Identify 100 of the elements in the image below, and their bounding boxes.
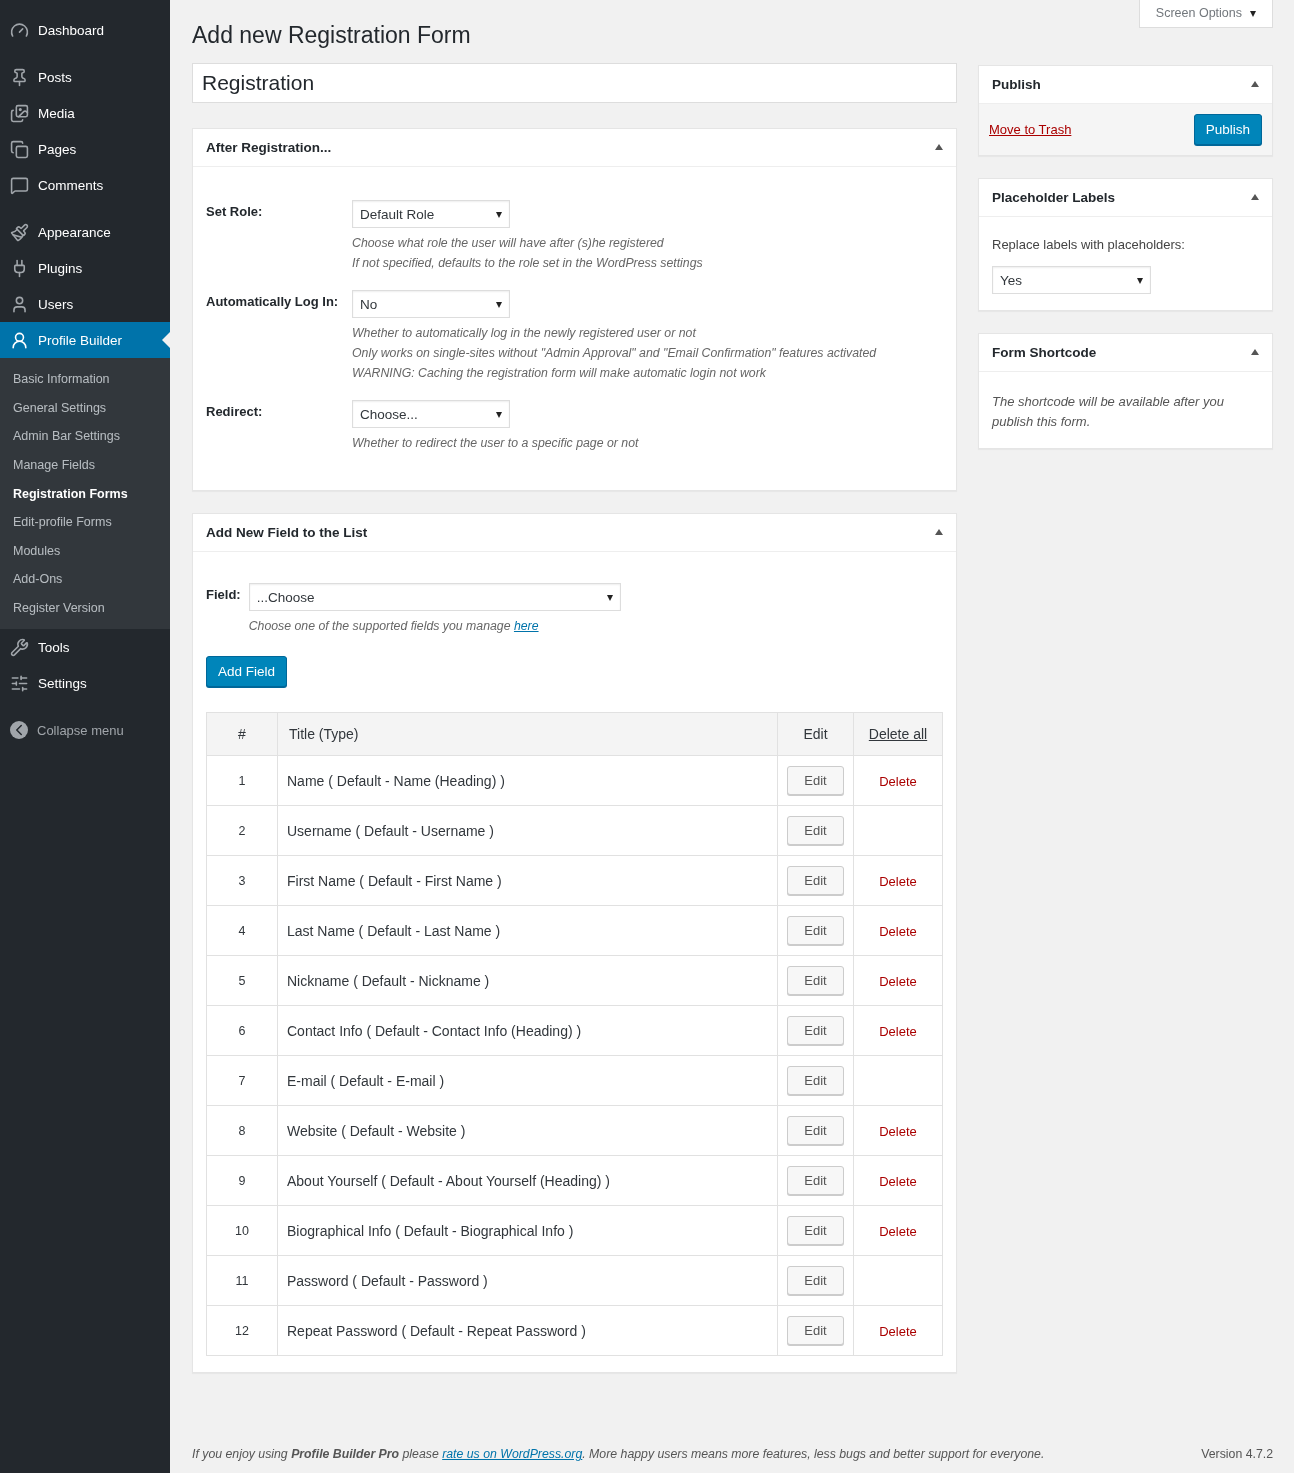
edit-button[interactable]: Edit	[787, 1066, 844, 1095]
publish-button[interactable]: Publish	[1193, 114, 1262, 145]
delete-link[interactable]: Delete	[879, 873, 917, 889]
field-title-cell: Nickname ( Default - Nickname )	[277, 955, 778, 1006]
speech-bubble-icon	[10, 175, 29, 195]
submenu-item[interactable]: Admin Bar Settings	[0, 422, 170, 451]
menu-item[interactable]: Posts	[0, 59, 170, 95]
edit-button[interactable]: Edit	[787, 1016, 844, 1045]
delete-link[interactable]: Delete	[879, 923, 917, 939]
delete-link[interactable]: Delete	[879, 1123, 917, 1139]
select-field[interactable]: Choose...	[352, 400, 510, 428]
delete-link[interactable]: Delete	[879, 1323, 917, 1339]
field-title-cell: Name ( Default - Name (Heading) )	[277, 755, 778, 806]
footer-text: If you enjoy using Profile Builder Pro please rate us on WordPress.org. More happy users means more features, less bugs and better support for everyone.	[192, 1447, 1045, 1461]
field-title-cell: First Name ( Default - First Name )	[277, 855, 778, 906]
field-title-cell: Contact Info ( Default - Contact Info (Heading) )	[277, 1005, 778, 1056]
select-field[interactable]: Yes	[992, 266, 1151, 294]
help-text: Whether to redirect the user to a specific page or not	[352, 435, 639, 452]
field-title-cell: Last Name ( Default - Last Name )	[277, 905, 778, 956]
row-number: 8	[206, 1105, 278, 1156]
sliders-icon	[10, 673, 29, 693]
gauge-icon	[10, 20, 29, 40]
panel-title: Publish	[992, 77, 1041, 92]
title-field[interactable]: Registration	[192, 63, 957, 103]
submenu-item[interactable]: Add-Ons	[0, 565, 170, 594]
delete-link[interactable]: Delete	[879, 973, 917, 989]
menu-item[interactable]: Users	[0, 286, 170, 322]
help-text: Choose what role the user will have after (s)he registered If not specified, defaults to the role set in the WordPress settings	[352, 235, 703, 272]
row-number: 10	[206, 1205, 278, 1256]
field-title-cell: Repeat Password ( Default - Repeat Password )	[277, 1305, 778, 1356]
delete-link[interactable]: Delete	[879, 1023, 917, 1039]
edit-button[interactable]: Edit	[787, 1266, 844, 1295]
menu-item[interactable]: Dashboard	[0, 12, 170, 48]
wrench-icon	[10, 637, 29, 657]
submenu-item[interactable]: Registration Forms	[0, 479, 170, 508]
field-title-cell: About Yourself ( Default - About Yourself (Heading) )	[277, 1155, 778, 1206]
panel-title: After Registration...	[206, 140, 332, 155]
select-field[interactable]: No	[352, 290, 510, 318]
shortcode-note: The shortcode will be available after you publish this form.	[992, 393, 1225, 431]
select-field[interactable]: Default Role	[352, 200, 510, 228]
menu-item[interactable]: Settings	[0, 665, 170, 702]
delete-link[interactable]: Delete	[879, 1173, 917, 1189]
edit-button[interactable]: Edit	[787, 1316, 844, 1345]
field-title-cell: Username ( Default - Username )	[277, 805, 778, 856]
field-label: Field:	[206, 586, 241, 604]
screen-options-button[interactable]: Screen Options	[1138, 0, 1273, 28]
help-text: Whether to automatically log in the newly registered user or not Only works on single-sites without "Admin Approval" and "Email Confirmation" features activated WARNING: Caching the registration form will make automatic login not work	[352, 325, 877, 382]
column-header: Title (Type)	[277, 712, 778, 756]
pages-icon	[10, 139, 29, 159]
move-to-trash-link[interactable]: Move to Trash	[989, 122, 1072, 137]
submenu-item[interactable]: Manage Fields	[0, 450, 170, 480]
edit-button[interactable]: Edit	[787, 816, 844, 845]
edit-button[interactable]: Edit	[787, 1116, 844, 1145]
panel-title: Placeholder Labels	[992, 190, 1116, 205]
field-title-cell: Website ( Default - Website )	[277, 1105, 778, 1156]
images-icon	[10, 103, 29, 123]
edit-button[interactable]: Edit	[787, 1216, 844, 1245]
edit-button[interactable]: Edit	[787, 866, 844, 895]
menu-item[interactable]: Pages	[0, 131, 170, 167]
column-header: #	[206, 712, 278, 756]
column-header: Edit	[777, 712, 854, 756]
paintbrush-icon	[10, 222, 29, 242]
add-field-button[interactable]: Add Field	[206, 656, 288, 687]
menu-item[interactable]: Comments	[0, 167, 170, 203]
submenu-item[interactable]: Edit-profile Forms	[0, 507, 170, 537]
pin-icon	[10, 67, 29, 87]
submenu-item[interactable]: Register Version	[0, 593, 170, 623]
edit-button[interactable]: Edit	[787, 766, 844, 795]
user-icon	[10, 294, 29, 314]
version-text: Version 4.7.2	[1201, 1447, 1273, 1461]
select-field[interactable]: ...Choose	[248, 583, 621, 611]
collapse-menu-button[interactable]: Collapse menu	[0, 712, 170, 749]
setting-label: Set Role:	[206, 203, 264, 221]
submenu-item[interactable]: Basic Information	[0, 365, 170, 394]
panel-title: Form Shortcode	[992, 345, 1097, 360]
user-outline-icon	[10, 330, 29, 350]
delete-link[interactable]: Delete	[879, 1223, 917, 1239]
row-number: 5	[206, 955, 278, 1006]
row-number: 1	[206, 755, 278, 806]
menu-item[interactable]: Tools	[0, 629, 170, 666]
page-title: Add new Registration Form	[192, 22, 472, 49]
delete-link[interactable]: Delete	[879, 773, 917, 789]
row-number: 9	[206, 1155, 278, 1206]
here-link[interactable]: here	[513, 619, 539, 633]
row-number: 2	[206, 805, 278, 856]
menu-item[interactable]: Plugins	[0, 250, 170, 286]
submenu-item[interactable]: General Settings	[0, 393, 170, 423]
edit-button[interactable]: Edit	[787, 916, 844, 945]
setting-label: Automatically Log In:	[206, 293, 340, 311]
menu-item[interactable]: Media	[0, 95, 170, 131]
submenu-item[interactable]: Modules	[0, 536, 170, 566]
setting-label: Replace labels with placeholders:	[992, 237, 1186, 252]
setting-label: Redirect:	[206, 403, 264, 421]
edit-button[interactable]: Edit	[787, 1166, 844, 1195]
menu-item[interactable]: Profile Builder	[0, 322, 170, 358]
row-number: 3	[206, 855, 278, 906]
menu-item[interactable]: Appearance	[0, 214, 170, 250]
edit-button[interactable]: Edit	[787, 966, 844, 995]
row-number: 11	[206, 1255, 278, 1306]
field-title-cell: Biographical Info ( Default - Biographical Info )	[277, 1205, 778, 1256]
